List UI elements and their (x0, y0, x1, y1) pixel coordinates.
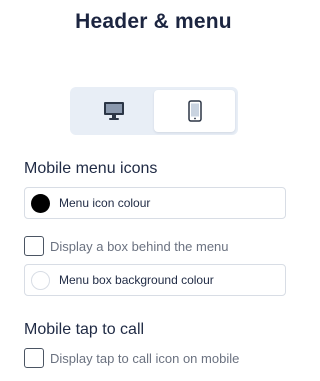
display-box-checkbox[interactable] (24, 236, 44, 256)
mobile-view-button[interactable] (154, 90, 235, 132)
display-box-label: Display a box behind the menu (50, 238, 229, 254)
menu-box-background-colour-picker[interactable]: Menu box background colour (24, 264, 286, 296)
device-toggle (70, 87, 238, 135)
page-title: Header & menu (75, 10, 232, 33)
menu-icon-colour-swatch (31, 193, 50, 213)
menu-box-background-swatch (31, 270, 50, 290)
tap-to-call-option[interactable]: Display tap to call icon on mobile (24, 348, 239, 368)
mobile-phone-icon (187, 100, 202, 122)
menu-icon-colour-label: Menu icon colour (59, 196, 151, 210)
desktop-view-button[interactable] (73, 90, 154, 132)
display-box-option[interactable]: Display a box behind the menu (24, 236, 229, 256)
mobile-menu-icons-heading: Mobile menu icons (24, 160, 158, 177)
tap-to-call-checkbox[interactable] (24, 348, 44, 368)
menu-icon-colour-picker[interactable]: Menu icon colour (24, 187, 286, 219)
desktop-monitor-icon (103, 102, 124, 120)
tap-to-call-label: Display tap to call icon on mobile (50, 350, 240, 366)
menu-box-background-label: Menu box background colour (59, 273, 214, 287)
mobile-tap-to-call-heading: Mobile tap to call (24, 321, 145, 338)
